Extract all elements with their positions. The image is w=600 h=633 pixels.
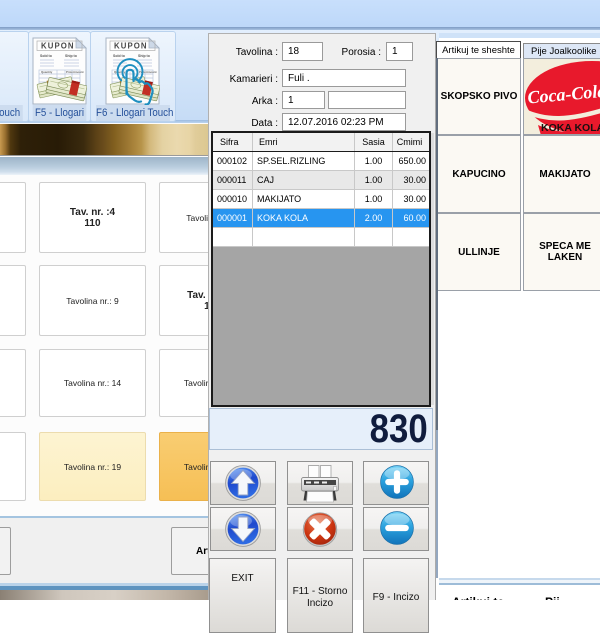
svg-text:KOKA KOLA: KOKA KOLA bbox=[541, 122, 600, 134]
